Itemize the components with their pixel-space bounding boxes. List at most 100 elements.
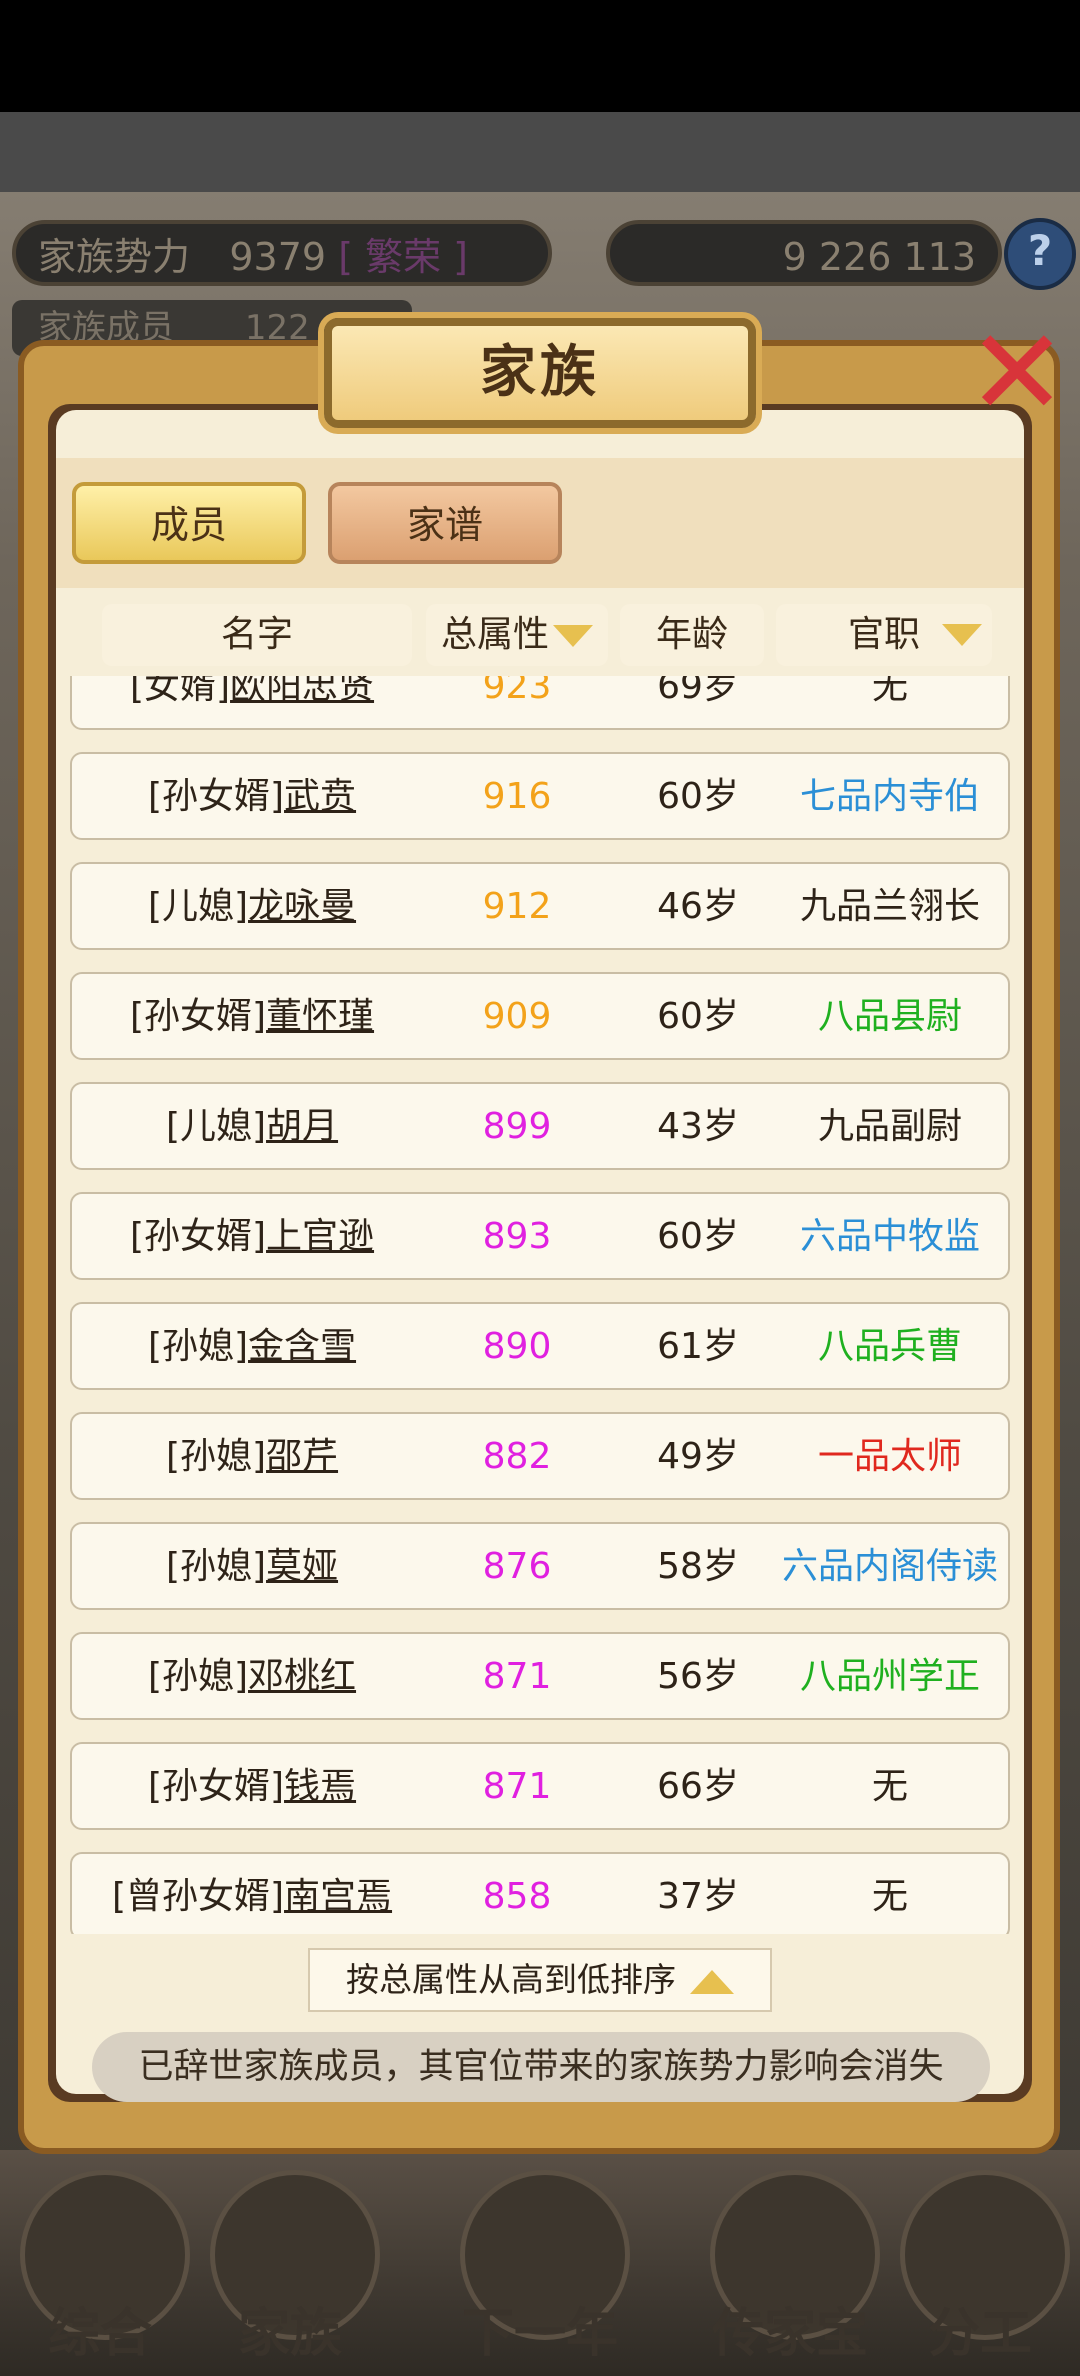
total-attr: 916 (482, 776, 552, 817)
background-top-band (0, 112, 1080, 192)
sort-label: 按总属性从高到低排序 (346, 1960, 676, 1999)
member-name[interactable]: [孙女婿]上官逊 (72, 1194, 432, 1280)
name-link[interactable]: 金含雪 (248, 1326, 356, 1367)
relation-label: [儿媳] (165, 1106, 267, 1147)
table-row[interactable]: [孙女婿]钱焉 871 66岁 无 (70, 1742, 1010, 1830)
age: 58岁 (657, 1546, 739, 1587)
total-attr: 871 (482, 1656, 552, 1697)
table-row[interactable]: [孙媳]邵芹 882 49岁 一品太师 (70, 1412, 1010, 1500)
tab-family-tree[interactable]: 家谱 (328, 482, 562, 564)
name-link[interactable]: 邵芹 (266, 1436, 338, 1477)
member-name[interactable]: [孙媳]邵芹 (72, 1414, 432, 1500)
age: 60岁 (657, 776, 739, 817)
relation-label: [孙媳] (147, 1656, 249, 1697)
tab-members[interactable]: 成员 (72, 482, 306, 564)
nav-family[interactable]: 家族 (200, 2160, 380, 2364)
table-row[interactable]: [孙女婿]董怀瑾 909 60岁 八品县尉 (70, 972, 1010, 1060)
total-attr: 871 (482, 1766, 552, 1807)
relation-label: [儿媳] (147, 886, 249, 927)
column-header-post[interactable]: 官职 (776, 604, 992, 666)
member-name[interactable]: [孙媳]邓桃红 (72, 1634, 432, 1720)
member-name[interactable]: [孙女婿]董怀瑾 (72, 974, 432, 1060)
name-link[interactable]: 上官逊 (266, 1216, 374, 1257)
age: 49岁 (657, 1436, 739, 1477)
total-attr: 882 (482, 1436, 552, 1477)
table-row[interactable]: [孙女婿]上官逊 893 60岁 六品中牧监 (70, 1192, 1010, 1280)
member-name[interactable]: [儿媳]胡月 (72, 1084, 432, 1170)
filter-dropdown-icon (942, 624, 982, 646)
table-row[interactable]: [曾孙女婿]南宫焉 858 37岁 无 (70, 1852, 1010, 1934)
relation-label: [孙女婿] (147, 1766, 285, 1807)
currency-values: 9 226 113 (782, 235, 976, 279)
name-link[interactable]: 欧阳忠贤 (230, 676, 374, 707)
member-list[interactable]: [女婿]欧阳忠贤 923 69岁无 [孙女婿]武贲 916 60岁 七品内寺伯 [儿媳]龙咏曼… (56, 676, 1024, 1934)
column-header-age: 年龄 (620, 604, 764, 666)
modal-title: 家族 (480, 340, 600, 405)
column-header-attr[interactable]: 总属性 (426, 604, 608, 666)
official-post: 无 (871, 676, 908, 707)
modal-title-plaque: 家族 (324, 318, 756, 428)
family-power-value: 9379 [ 繁荣 ] (229, 235, 468, 279)
nav-general[interactable]: 综合 (10, 2160, 190, 2364)
table-row[interactable]: [儿媳]龙咏曼 912 46岁 九品兰翎长 (70, 862, 1010, 950)
name-link[interactable]: 钱焉 (284, 1766, 356, 1807)
official-post: 六品内阁侍读 (781, 1546, 998, 1587)
name-link[interactable]: 董怀瑾 (266, 996, 374, 1037)
age: 56岁 (657, 1656, 739, 1697)
table-row[interactable]: [孙媳]金含雪 890 61岁 八品兵曹 (70, 1302, 1010, 1390)
total-attr: 893 (482, 1216, 552, 1257)
currency-pill: 9 226 113 (606, 220, 1002, 286)
age: 61岁 (657, 1326, 739, 1367)
age: 60岁 (657, 1216, 739, 1257)
official-post: 无 (871, 1876, 908, 1917)
official-post: 八品州学正 (799, 1656, 980, 1697)
name-link[interactable]: 邓桃红 (248, 1656, 356, 1697)
nav-heirloom[interactable]: 传家宝 (700, 2160, 880, 2364)
sort-button[interactable]: 按总属性从高到低排序 (308, 1948, 772, 2012)
official-post: 无 (871, 1766, 908, 1807)
name-link[interactable]: 南宫焉 (284, 1876, 392, 1917)
member-name[interactable]: [曾孙女婿]南宫焉 (72, 1854, 432, 1934)
age: 43岁 (657, 1106, 739, 1147)
age: 46岁 (657, 886, 739, 927)
column-header-name: 名字 (102, 604, 412, 666)
help-button[interactable]: ? (1004, 218, 1076, 290)
table-row[interactable]: [孙女婿]武贲 916 60岁 七品内寺伯 (70, 752, 1010, 840)
nav-next-year[interactable]: 下一年 (450, 2160, 630, 2364)
family-power-label: 家族势力 (38, 235, 191, 279)
age: 60岁 (657, 996, 739, 1037)
table-row[interactable]: [女婿]欧阳忠贤 923 69岁 无 (70, 676, 1010, 730)
member-name[interactable]: [女婿]欧阳忠贤 (72, 676, 432, 730)
relation-label: [孙女婿] (129, 1216, 267, 1257)
relation-label: [孙媳] (165, 1546, 267, 1587)
member-name[interactable]: [儿媳]龙咏曼 (72, 864, 432, 950)
name-link[interactable]: 龙咏曼 (248, 886, 356, 927)
member-name[interactable]: [孙女婿]钱焉 (72, 1744, 432, 1830)
official-post: 九品副尉 (817, 1106, 962, 1147)
total-attr: 858 (482, 1876, 552, 1917)
nav-division[interactable]: 分工 (890, 2160, 1070, 2364)
close-icon[interactable]: ✕ (962, 314, 1072, 434)
relation-label: [孙媳] (165, 1436, 267, 1477)
table-row[interactable]: [孙媳]邓桃红 871 56岁 八品州学正 (70, 1632, 1010, 1720)
member-name[interactable]: [孙媳]莫娅 (72, 1524, 432, 1610)
name-link[interactable]: 武贲 (284, 776, 356, 817)
official-post: 八品兵曹 (817, 1326, 962, 1367)
official-post: 一品太师 (817, 1436, 962, 1477)
total-attr: 876 (482, 1546, 552, 1587)
table-row[interactable]: [孙媳]莫娅 876 58岁 六品内阁侍读 (70, 1522, 1010, 1610)
total-attr: 909 (482, 996, 552, 1037)
official-post: 九品兰翎长 (799, 886, 980, 927)
relation-label: [孙女婿] (147, 776, 285, 817)
table-row[interactable]: [儿媳]胡月 899 43岁 九品副尉 (70, 1082, 1010, 1170)
total-attr: 899 (482, 1106, 552, 1147)
sort-desc-icon (553, 625, 593, 647)
age: 66岁 (657, 1766, 739, 1807)
member-name[interactable]: [孙媳]金含雪 (72, 1304, 432, 1390)
family-power-pill: 家族势力 9379 [ 繁荣 ] (12, 220, 552, 286)
name-link[interactable]: 胡月 (266, 1106, 338, 1147)
member-name[interactable]: [孙女婿]武贲 (72, 754, 432, 840)
official-post: 六品中牧监 (799, 1216, 980, 1257)
name-link[interactable]: 莫娅 (266, 1546, 338, 1587)
relation-label: [孙女婿] (129, 996, 267, 1037)
